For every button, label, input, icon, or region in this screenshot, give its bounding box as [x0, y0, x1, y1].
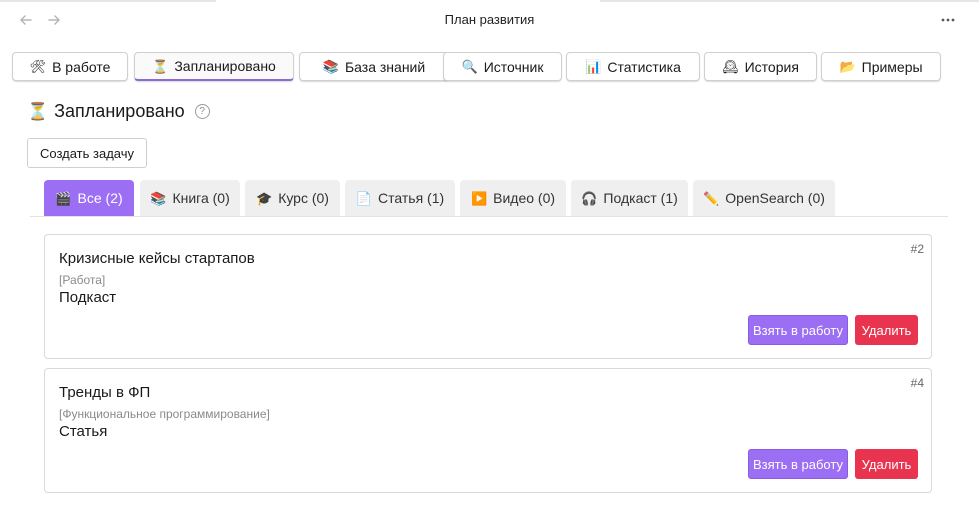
task-type: Статья [59, 423, 108, 440]
category-label: Курс (0) [278, 190, 329, 206]
category-label: Статья (1) [378, 190, 445, 206]
category-article[interactable]: 📄 Статья (1) [345, 180, 455, 216]
category-label: Подкаст (1) [603, 190, 678, 206]
tab-source[interactable]: 🔍 Источник [443, 52, 562, 81]
books-icon: 📚 [322, 59, 339, 74]
category-divider [30, 216, 948, 217]
delete-button[interactable]: Удалить [855, 315, 918, 345]
task-tag: [Работа] [59, 273, 106, 287]
more-horizontal-icon [941, 18, 955, 22]
more-options-button[interactable] [937, 9, 959, 31]
page-title-text: Запланировано [54, 100, 185, 121]
take-to-work-button[interactable]: Взять в работу [748, 315, 848, 345]
category-book[interactable]: 📚 Книга (0) [140, 180, 240, 216]
folder-icon: 📂 [839, 59, 856, 74]
titlebar-divider [600, 0, 979, 2]
tab-label: В работе [52, 58, 111, 75]
hourglass-icon: ⏳ [152, 58, 169, 74]
clapperboard-icon: 🎬 [55, 190, 72, 206]
window-titlebar: План развития [0, 0, 979, 40]
tab-label: История [744, 58, 799, 75]
category-label: Книга (0) [172, 190, 230, 206]
play-icon: ▶️ [470, 190, 488, 206]
task-title: Тренды в ФП [59, 384, 151, 401]
category-opensearch[interactable]: ✏️ OpenSearch (0) [693, 180, 835, 216]
task-number: #4 [910, 376, 924, 390]
bar-chart-icon: 📊 [585, 59, 602, 74]
take-to-work-button[interactable]: Взять в работу [748, 449, 848, 479]
create-task-button[interactable]: Создать задачу [27, 138, 147, 168]
task-number: #2 [910, 242, 924, 256]
headphones-icon: 🎧 [581, 190, 598, 206]
delete-button[interactable]: Удалить [855, 449, 918, 479]
graduation-cap-icon: 🎓 [256, 190, 273, 206]
task-card: #2 Кризисные кейсы стартапов [Работа] По… [44, 234, 932, 359]
tab-label: Источник [483, 58, 544, 75]
task-title: Кризисные кейсы стартапов [59, 250, 255, 267]
tab-planned[interactable]: ⏳ Запланировано [134, 52, 294, 81]
pencil-icon: ✏️ [703, 190, 720, 206]
tools-icon: 🛠 [29, 59, 47, 74]
tab-label: Примеры [861, 58, 923, 75]
books-icon: 📚 [150, 190, 167, 206]
titlebar-divider [0, 0, 216, 2]
clock-icon: 🕰 [722, 59, 739, 74]
task-card: #4 Тренды в ФП [Функциональное программи… [44, 368, 932, 493]
tab-in-progress[interactable]: 🛠 В работе [12, 52, 128, 81]
category-all[interactable]: 🎬 Все (2) [44, 180, 134, 216]
tab-knowledge-base[interactable]: 📚 База знаний [299, 52, 449, 81]
tab-label: База знаний [344, 58, 426, 75]
tab-history[interactable]: 🕰 История [704, 52, 817, 81]
tab-examples[interactable]: 📂 Примеры [821, 52, 941, 81]
window-title: План развития [444, 12, 535, 27]
tab-label: Запланировано [174, 58, 276, 74]
category-video[interactable]: ▶️ Видео (0) [460, 180, 566, 216]
hourglass-icon: ⏳ [27, 101, 49, 121]
task-type: Подкаст [59, 289, 117, 306]
document-icon: 📄 [355, 190, 373, 206]
tab-statistics[interactable]: 📊 Статистика [566, 52, 700, 81]
category-podcast[interactable]: 🎧 Подкаст (1) [571, 180, 688, 216]
task-tag: [Функциональное программирование] [59, 407, 270, 421]
category-label: Все (2) [77, 190, 123, 206]
help-icon[interactable]: ? [194, 103, 210, 119]
tab-label: Статистика [607, 58, 681, 75]
category-course[interactable]: 🎓 Курс (0) [245, 180, 340, 216]
page-title: ⏳ Запланировано ? [27, 99, 210, 123]
category-label: OpenSearch (0) [725, 190, 825, 206]
magnifier-icon: 🔍 [461, 59, 478, 74]
category-label: Видео (0) [493, 190, 556, 206]
